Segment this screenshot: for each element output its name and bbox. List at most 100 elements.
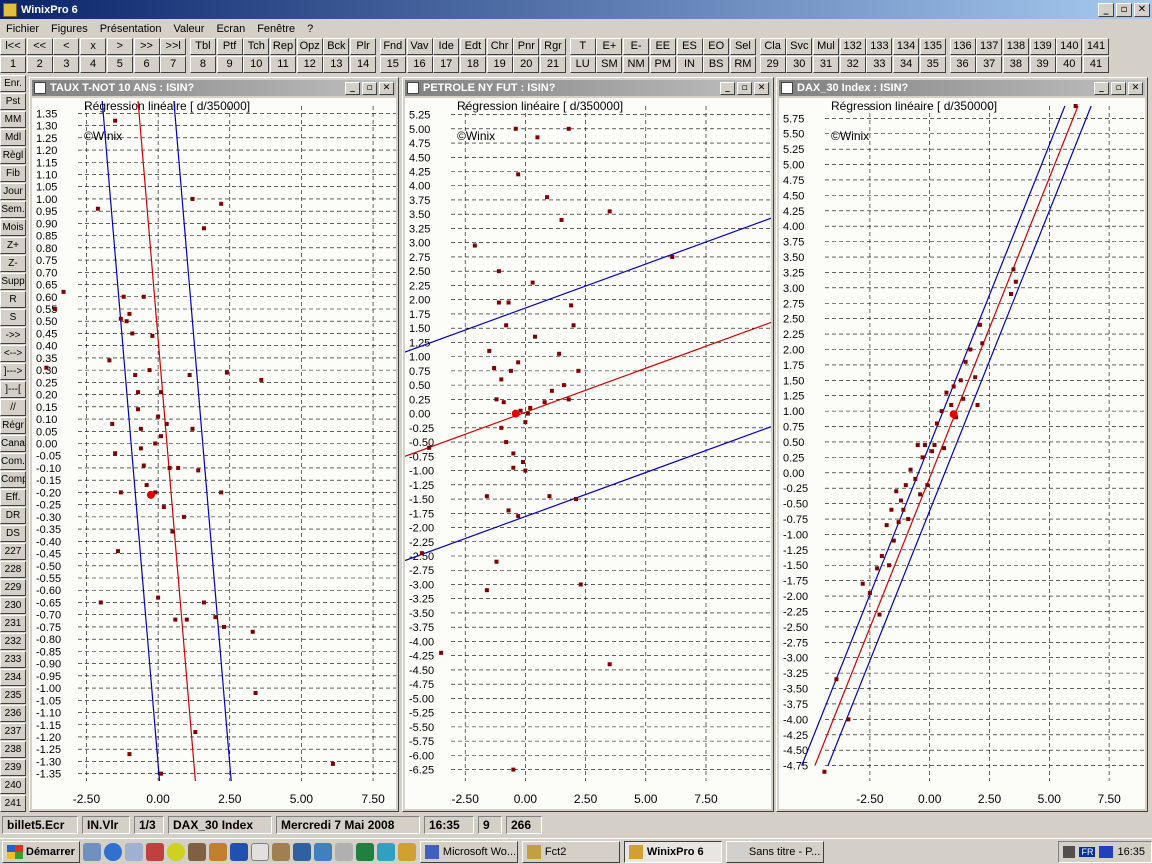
toolbar-button[interactable]: 41 — [1083, 56, 1109, 73]
toolbar-button[interactable]: 11 — [270, 56, 296, 73]
toolbar-button[interactable]: 136 — [949, 38, 976, 55]
left-toolbar-button[interactable]: Com. — [0, 453, 26, 470]
toolbar-button[interactable]: 135 — [919, 38, 946, 55]
scatter-chart[interactable]: -6.25 -6.00 -5.75 -5.50 -5.25 -5.00 -4.75 -4.50… — [405, 98, 771, 809]
left-toolbar-button[interactable]: // — [0, 399, 26, 416]
menu-item[interactable]: Figures — [45, 23, 94, 35]
task-button-active[interactable]: WinixPro 6 — [623, 840, 722, 863]
toolbar-button[interactable]: T — [569, 38, 596, 55]
show-desktop-icon[interactable] — [82, 842, 101, 861]
app-shortcut-icon[interactable] — [271, 842, 290, 861]
toolbar-button[interactable]: 19 — [486, 56, 513, 73]
left-toolbar-button[interactable]: Eff. — [0, 489, 26, 506]
app-shortcut-icon[interactable] — [124, 842, 143, 861]
chart-window-dax[interactable]: DAX_30 Index : ISIN? _ ▫ ✕ -4.75 -4.50 -4.… — [776, 77, 1148, 812]
maximize-button[interactable]: ▫ — [362, 81, 377, 95]
toolbar-button[interactable]: Vav — [406, 38, 433, 55]
chart-window-tnot[interactable]: TAUX T-NOT 10 ANS : ISIN? _ ▫ ✕ -1.35 -1.… — [29, 77, 399, 812]
excel-icon[interactable] — [355, 842, 374, 861]
toolbar-button[interactable]: Ide — [433, 38, 460, 55]
toolbar-button[interactable]: NM — [623, 56, 650, 73]
toolbar-button[interactable]: 40 — [1056, 56, 1083, 73]
chart-window-title-bar[interactable]: PETROLE NY FUT : ISIN? _ ▫ ✕ — [405, 80, 771, 96]
chart-window-petrole[interactable]: PETROLE NY FUT : ISIN? _ ▫ ✕ -6.25 -6.00-… — [402, 77, 774, 812]
left-toolbar-button[interactable]: Z+ — [0, 237, 26, 254]
speaker-icon[interactable] — [1063, 845, 1076, 858]
toolbar-button[interactable]: 133 — [866, 38, 893, 55]
toolbar-button[interactable]: 13 — [323, 56, 350, 73]
toolbar-button[interactable]: LU — [569, 56, 596, 73]
left-toolbar-button[interactable]: 235 — [0, 687, 26, 704]
toolbar-button[interactable]: Sel — [729, 38, 756, 55]
chart-window-title-bar[interactable]: TAUX T-NOT 10 ANS : ISIN? _ ▫ ✕ — [32, 80, 396, 96]
left-toolbar-button[interactable]: 231 — [0, 615, 26, 632]
minimize-button[interactable]: _ — [1094, 81, 1109, 95]
left-toolbar-button[interactable]: S — [0, 309, 26, 326]
word-icon[interactable] — [229, 842, 248, 861]
left-toolbar-button[interactable]: 238 — [0, 741, 26, 758]
left-toolbar-button[interactable]: DS — [0, 525, 26, 542]
left-toolbar-button[interactable]: 227 — [0, 543, 26, 560]
toolbar-button[interactable]: 16 — [406, 56, 433, 73]
toolbar-button[interactable]: > — [106, 38, 133, 55]
winix-shortcut-icon[interactable] — [397, 842, 416, 861]
close-button[interactable]: ✕ — [379, 81, 394, 95]
left-toolbar-button[interactable]: 237 — [0, 723, 26, 740]
toolbar-button[interactable]: 3 — [53, 56, 80, 73]
media-player-icon[interactable] — [166, 842, 185, 861]
toolbar-button[interactable]: >> — [133, 38, 160, 55]
minimize-button[interactable]: _ — [720, 81, 735, 95]
left-toolbar-button[interactable]: 241 — [0, 795, 26, 812]
toolbar-button[interactable]: 134 — [893, 38, 920, 55]
left-toolbar-button[interactable]: 228 — [0, 561, 26, 578]
toolbar-button[interactable]: Mul — [813, 38, 839, 55]
toolbar-button[interactable]: x — [80, 38, 107, 55]
app-shortcut-icon[interactable] — [145, 842, 164, 861]
left-toolbar-button[interactable]: 239 — [0, 759, 26, 776]
notepad-icon[interactable] — [250, 842, 269, 861]
left-toolbar-button[interactable]: 240 — [0, 777, 26, 794]
left-toolbar-button[interactable]: Règl — [0, 147, 26, 164]
language-indicator[interactable]: FR — [1079, 846, 1096, 857]
toolbar-button[interactable]: << — [26, 38, 53, 55]
restore-button[interactable]: ▫ — [1116, 2, 1132, 17]
toolbar-button[interactable]: Opz — [296, 38, 323, 55]
toolbar-button[interactable]: Rgr — [540, 38, 566, 55]
toolbar-button[interactable]: 20 — [513, 56, 540, 73]
left-toolbar-button[interactable]: 229 — [0, 579, 26, 596]
maximize-button[interactable]: ▫ — [1111, 81, 1126, 95]
toolbar-button[interactable]: RM — [729, 56, 756, 73]
toolbar-button[interactable]: 4 — [80, 56, 107, 73]
toolbar-button[interactable]: Plr — [350, 38, 377, 55]
left-toolbar-button[interactable]: Supp — [0, 273, 26, 290]
toolbar-button[interactable]: 5 — [106, 56, 133, 73]
toolbar-button[interactable]: Ptf — [216, 38, 243, 55]
task-button[interactable]: Microsoft Wo... — [419, 840, 518, 863]
left-toolbar-button[interactable]: MM — [0, 111, 26, 128]
toolbar-button[interactable]: l<< — [0, 38, 26, 55]
toolbar-button[interactable]: 17 — [433, 56, 460, 73]
menu-item[interactable]: Présentation — [94, 23, 168, 35]
app-shortcut-icon[interactable] — [313, 842, 332, 861]
left-toolbar-button[interactable]: <--> — [0, 345, 26, 362]
app-shortcut-icon[interactable] — [376, 842, 395, 861]
close-button[interactable]: ✕ — [754, 81, 769, 95]
left-toolbar-button[interactable]: Sem. — [0, 201, 26, 218]
toolbar-button[interactable]: 37 — [976, 56, 1003, 73]
internet-explorer-icon[interactable] — [103, 842, 122, 861]
toolbar-button[interactable]: Tbl — [189, 38, 216, 55]
toolbar-button[interactable]: Edt — [459, 38, 486, 55]
start-button[interactable]: Démarrer — [2, 840, 80, 863]
toolbar-button[interactable]: 6 — [133, 56, 160, 73]
toolbar-button[interactable]: Cla — [759, 38, 786, 55]
left-toolbar-button[interactable]: Canal — [0, 435, 26, 452]
toolbar-button[interactable]: SM — [596, 56, 623, 73]
toolbar-button[interactable]: ES — [676, 38, 703, 55]
left-toolbar-button[interactable]: DR — [0, 507, 26, 524]
maximize-button[interactable]: ▫ — [737, 81, 752, 95]
toolbar-button[interactable]: IN — [676, 56, 703, 73]
task-button[interactable]: Fct2 — [521, 840, 620, 863]
left-toolbar-button[interactable]: R — [0, 291, 26, 308]
toolbar-button[interactable]: 9 — [216, 56, 243, 73]
toolbar-button[interactable]: < — [53, 38, 80, 55]
